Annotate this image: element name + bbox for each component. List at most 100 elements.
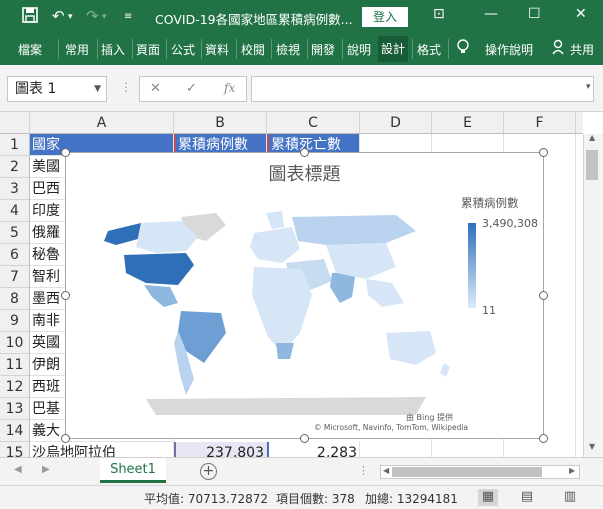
row-header[interactable]: 13 <box>0 398 30 420</box>
row-header[interactable]: 1 <box>0 134 30 156</box>
redo-dropdown-icon[interactable]: ▾ <box>102 12 107 22</box>
tab-home[interactable]: 常用 <box>65 41 89 58</box>
prev-sheet-icon[interactable]: ◀ <box>14 464 22 475</box>
chart-title[interactable]: 圖表標題 <box>66 160 543 186</box>
tab-format[interactable]: 格式 <box>417 41 441 58</box>
tab-page-layout[interactable]: 頁面 <box>136 41 160 58</box>
vertical-scroll-thumb[interactable] <box>586 150 598 180</box>
column-header-a[interactable]: A <box>30 112 174 134</box>
world-map[interactable] <box>86 203 456 418</box>
maximize-icon[interactable]: ☐ <box>528 6 541 22</box>
scroll-up-icon[interactable]: ▲ <box>589 133 595 142</box>
share-icon[interactable] <box>552 39 566 58</box>
sheet-tab-sheet1[interactable]: Sheet1 <box>100 458 166 483</box>
cell-c15[interactable]: 2,283 <box>267 442 360 457</box>
ribbon-display-options-icon[interactable]: ⊡ <box>433 6 445 22</box>
redo-icon[interactable]: ↷ <box>86 7 99 25</box>
tab-view[interactable]: 檢視 <box>276 41 300 58</box>
row-header[interactable]: 14 <box>0 420 30 442</box>
next-sheet-icon[interactable]: ▶ <box>42 464 50 475</box>
row-header[interactable]: 12 <box>0 376 30 398</box>
row-header[interactable]: 7 <box>0 266 30 288</box>
insert-function-icon[interactable]: fx <box>224 81 235 95</box>
ribbon-tabs: 檔案 常用 插入 頁面 公式 資料 校閱 檢視 開發 說明 設計 格式 操作說明… <box>0 33 603 65</box>
page-break-view-icon[interactable]: ▥ <box>560 489 580 506</box>
resize-handle[interactable] <box>300 148 309 157</box>
tab-data[interactable]: 資料 <box>205 41 229 58</box>
column-header-c[interactable]: C <box>267 112 360 134</box>
legend-max-value: 3,490,308 <box>482 217 538 230</box>
tab-file[interactable]: 檔案 <box>18 41 42 58</box>
tell-me-search[interactable]: 操作說明 <box>485 41 533 58</box>
resize-handle[interactable] <box>61 291 70 300</box>
tab-developer[interactable]: 開發 <box>311 41 335 58</box>
row-header[interactable]: 8 <box>0 288 30 310</box>
row-header[interactable]: 2 <box>0 156 30 178</box>
horizontal-scroll-thumb[interactable] <box>392 467 542 477</box>
normal-view-icon[interactable]: ▦ <box>478 489 498 506</box>
tab-formulas[interactable]: 公式 <box>171 41 195 58</box>
map-region-africa <box>252 267 312 353</box>
column-header-b[interactable]: B <box>174 112 267 134</box>
minimize-icon[interactable]: — <box>484 6 498 22</box>
lightbulb-icon[interactable] <box>456 39 470 59</box>
resize-handle[interactable] <box>539 148 548 157</box>
undo-icon[interactable]: ↶ <box>52 7 65 25</box>
row-header[interactable]: 15 <box>0 442 30 457</box>
column-header-g <box>576 112 583 134</box>
row-header[interactable]: 5 <box>0 222 30 244</box>
resize-handle[interactable] <box>539 434 548 443</box>
formula-input[interactable] <box>251 76 594 102</box>
status-sum: 加總: 13294181 <box>365 492 458 506</box>
resize-handle[interactable] <box>300 434 309 443</box>
status-average: 平均值: 70713.72872 <box>144 492 269 506</box>
login-button[interactable]: 登入 <box>362 7 408 27</box>
add-sheet-button[interactable]: + <box>200 463 217 480</box>
vertical-scrollbar[interactable]: ▲ ▼ <box>583 133 603 457</box>
formula-buttons: ✕ ✓ fx <box>139 76 247 102</box>
scroll-down-icon[interactable]: ▼ <box>589 442 595 451</box>
status-bar: 平均值: 70713.72872 項目個數: 378 加總: 13294181 … <box>0 485 603 509</box>
resize-handle[interactable] <box>61 434 70 443</box>
column-header-f[interactable]: F <box>504 112 576 134</box>
row-header[interactable]: 4 <box>0 200 30 222</box>
map-chart[interactable]: 圖表標題 累積病例數 3,490,308 11 由 Bing 提供 © Micr… <box>61 148 548 443</box>
tab-review[interactable]: 校閱 <box>241 41 265 58</box>
row-header[interactable]: 3 <box>0 178 30 200</box>
save-icon[interactable] <box>22 7 38 27</box>
scroll-left-icon[interactable]: ◀ <box>383 466 389 475</box>
row-header[interactable]: 9 <box>0 310 30 332</box>
title-bar: ↶ ▾ ↷ ▾ ≡ COVID-19各國家地區累積病例數... 登入 ⊡ — ☐… <box>0 0 603 33</box>
row-header[interactable]: 6 <box>0 244 30 266</box>
chevron-down-icon[interactable]: ▼ <box>94 77 101 101</box>
column-header-d[interactable]: D <box>360 112 432 134</box>
scroll-right-icon[interactable]: ▶ <box>569 466 575 475</box>
select-all-corner[interactable] <box>0 112 30 134</box>
tab-insert[interactable]: 插入 <box>101 41 125 58</box>
row-header[interactable]: 10 <box>0 332 30 354</box>
map-region-southeast-asia <box>366 279 404 307</box>
name-box[interactable]: 圖表 1 ▼ <box>7 76 107 102</box>
customize-quick-access-icon[interactable]: ≡ <box>124 11 132 22</box>
row-header[interactable]: 11 <box>0 354 30 376</box>
cell-country[interactable]: 沙烏地阿拉伯 <box>30 442 174 457</box>
name-box-value: 圖表 1 <box>15 81 57 97</box>
tab-split-handle-icon[interactable]: ⋮ <box>358 464 369 477</box>
page-layout-view-icon[interactable]: ▤ <box>517 489 537 506</box>
close-icon[interactable]: ✕ <box>575 6 587 22</box>
map-credits: © Microsoft, Navinfo, TomTom, Wikipedia <box>314 423 469 432</box>
undo-dropdown-icon[interactable]: ▾ <box>68 12 73 22</box>
enter-icon[interactable]: ✓ <box>186 81 197 96</box>
map-region-mexico <box>144 285 178 307</box>
column-header-e[interactable]: E <box>432 112 504 134</box>
tab-help[interactable]: 說明 <box>347 41 371 58</box>
expand-formula-bar-icon[interactable]: ▾ <box>586 82 591 92</box>
cell-b15[interactable]: 237,803 <box>174 442 267 457</box>
tab-chart-design[interactable]: 設計 <box>378 36 409 62</box>
share-button[interactable]: 共用 <box>570 41 594 58</box>
legend-color-scale <box>468 223 476 308</box>
cancel-icon[interactable]: ✕ <box>150 81 161 96</box>
map-region-usa <box>124 253 194 285</box>
resize-handle[interactable] <box>61 148 70 157</box>
resize-handle[interactable] <box>539 291 548 300</box>
